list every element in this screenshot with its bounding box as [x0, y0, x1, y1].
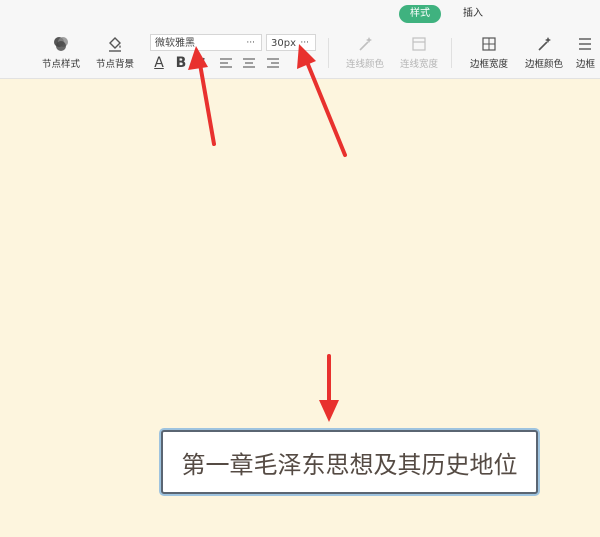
arrow-font-size-icon: [297, 44, 347, 157]
arrow-node-icon: [319, 354, 339, 422]
arrow-font-family-icon: [188, 46, 216, 146]
annotation-arrows: [188, 44, 347, 422]
